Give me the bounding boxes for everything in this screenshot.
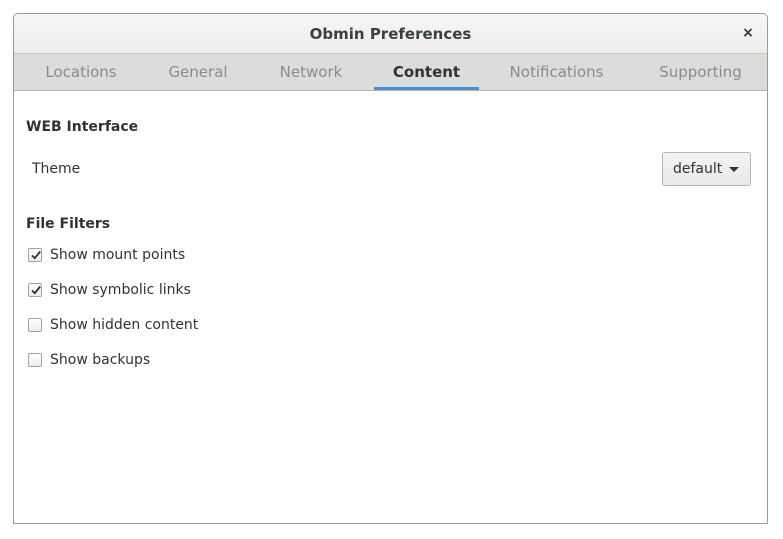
theme-dropdown[interactable]: default (662, 152, 751, 186)
tab-network[interactable]: Network (248, 54, 374, 90)
show-backups-option[interactable]: Show backups (28, 350, 150, 370)
content-panel: WEB Interface Theme default File Filters… (14, 91, 767, 523)
show-symbolic-links-option[interactable]: Show symbolic links (28, 280, 191, 300)
window-title: Obmin Preferences (309, 24, 472, 43)
close-icon[interactable]: × (739, 24, 757, 42)
theme-label: Theme (32, 161, 81, 177)
show-mount-points-option[interactable]: Show mount points (28, 245, 185, 265)
tab-general[interactable]: General (148, 54, 248, 90)
show-mount-points-label: Show mount points (50, 247, 186, 263)
file-filters-heading: File Filters (26, 216, 111, 232)
tab-content[interactable]: Content (374, 54, 479, 90)
tab-locations[interactable]: Locations (14, 54, 148, 90)
show-hidden-content-label: Show hidden content (50, 317, 199, 333)
dropdown-arrow-icon (729, 167, 739, 172)
checkbox-unchecked-icon[interactable] (28, 318, 42, 332)
checkbox-checked-icon[interactable] (28, 283, 42, 297)
web-interface-heading: WEB Interface (26, 119, 139, 135)
tab-notifications[interactable]: Notifications (479, 54, 634, 90)
checkbox-unchecked-icon[interactable] (28, 353, 42, 367)
tab-supporting[interactable]: Supporting (634, 54, 767, 90)
title-bar[interactable]: Obmin Preferences × (14, 14, 767, 54)
show-symbolic-links-label: Show symbolic links (50, 282, 191, 298)
show-hidden-content-option[interactable]: Show hidden content (28, 315, 198, 335)
tab-bar: Locations General Network Content Notifi… (14, 54, 767, 91)
show-backups-label: Show backups (50, 352, 151, 368)
theme-dropdown-value: default (673, 161, 723, 177)
preferences-window: Obmin Preferences × Locations General Ne… (13, 13, 768, 524)
checkbox-checked-icon[interactable] (28, 248, 42, 262)
